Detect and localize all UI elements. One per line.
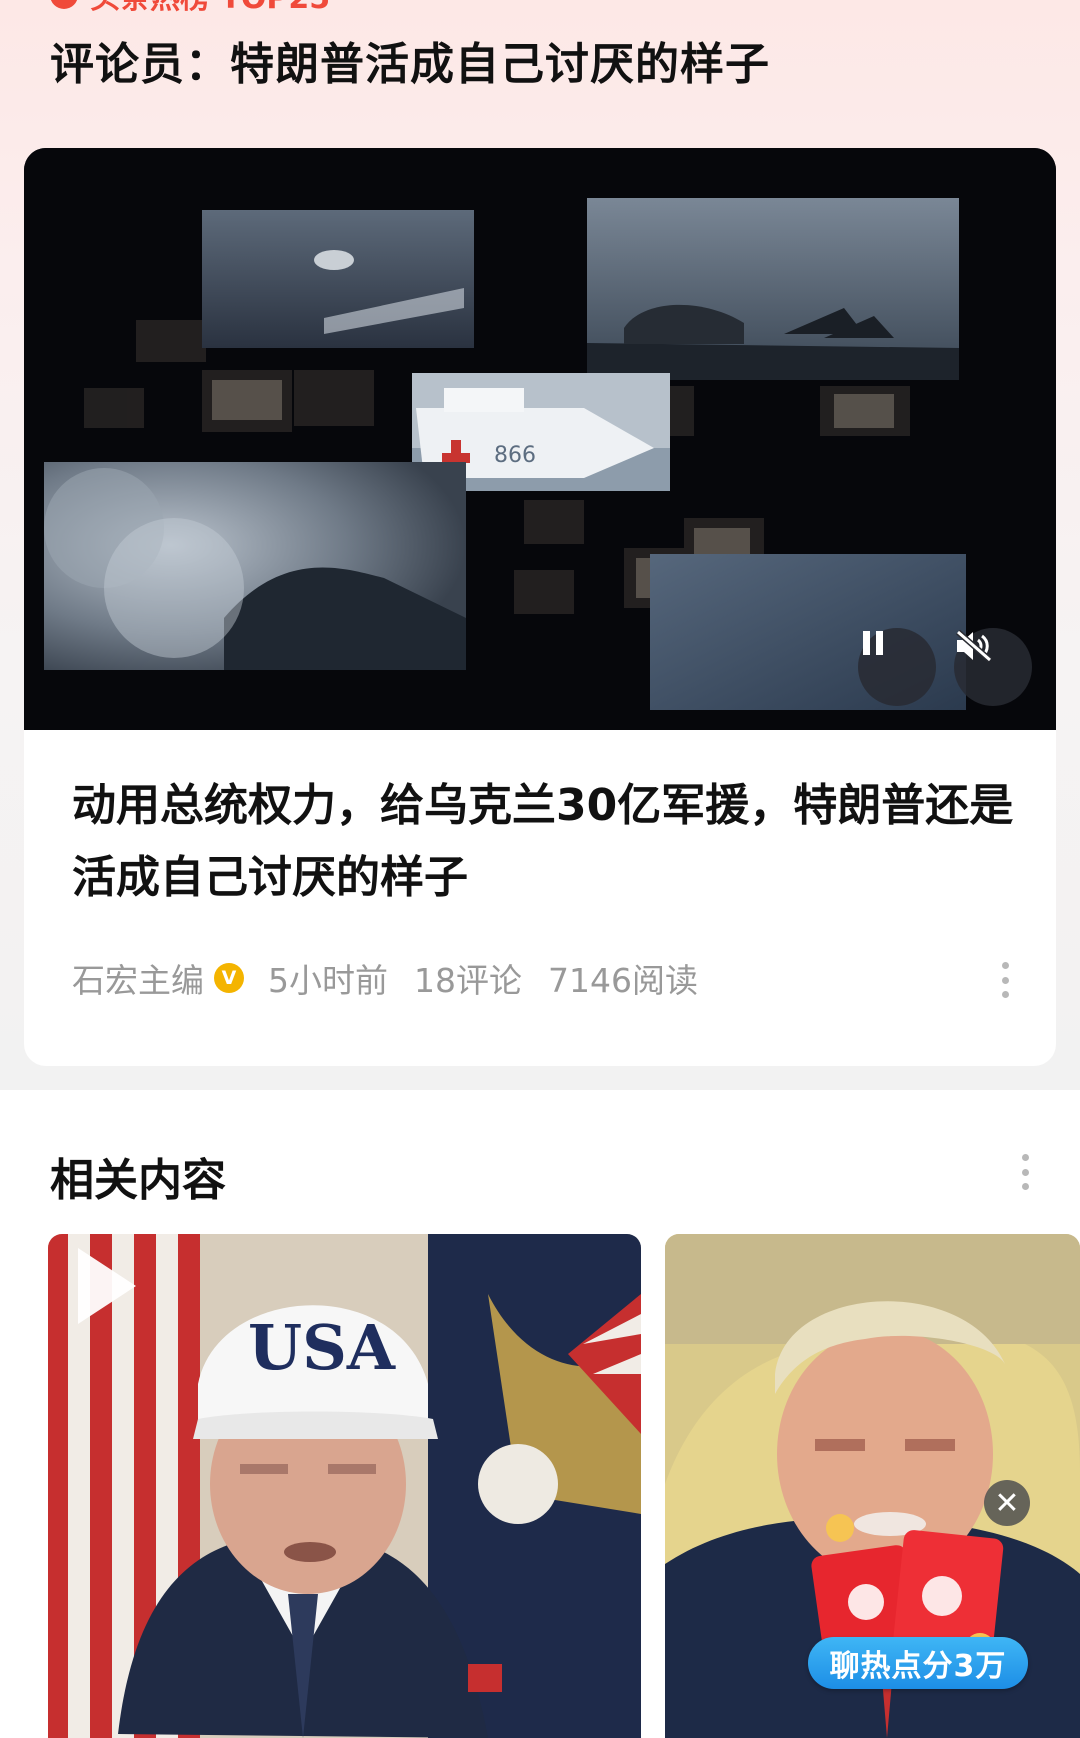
hot-list-strip[interactable]: 头条热榜 TOP25 [50,0,330,16]
fire-icon [50,0,78,9]
read-count: 7146阅读 [548,961,698,1000]
play-icon[interactable] [48,1234,152,1338]
related-title: 相关内容 [50,1155,226,1206]
article-more-icon[interactable] [1002,962,1010,998]
article-meta: 石宏主编 V 5小时前 18评论 7146阅读 [72,956,698,1000]
comment-count[interactable]: 18评论 [414,954,522,1002]
promo-label: 聊热点分3万 [808,1637,1028,1689]
mute-button[interactable] [954,628,1032,706]
video-player[interactable]: 866 [24,148,1056,730]
red-packet-promo[interactable]: ✕ 聊热点分3万 [800,1480,1050,1700]
verified-badge-icon: V [214,963,244,993]
pause-icon [863,631,883,655]
article-card[interactable]: 866 动用总统权力，给乌克兰30亿军援，特朗普还是活成自己讨厌的样子 石宏主编… [24,148,1056,1066]
page-headline: 评论员：特朗普活成自己讨厌的样子 [50,39,770,90]
article-title[interactable]: 动用总统权力，给乌克兰30亿军援，特朗普还是活成自己讨厌的样子 [72,770,1022,914]
hot-list-label: 头条热榜 TOP25 [90,0,330,17]
pause-button[interactable] [858,628,936,706]
related-item[interactable]: USA [48,1234,641,1738]
ship-number: 866 [494,443,536,468]
mute-icon [956,629,992,663]
publish-time: 5小时前 [268,961,388,1000]
related-more-icon[interactable] [1022,1154,1030,1190]
close-icon[interactable]: ✕ [984,1480,1030,1526]
author-name[interactable]: 石宏主编 [72,954,204,1002]
cap-text: USA [248,1311,396,1384]
